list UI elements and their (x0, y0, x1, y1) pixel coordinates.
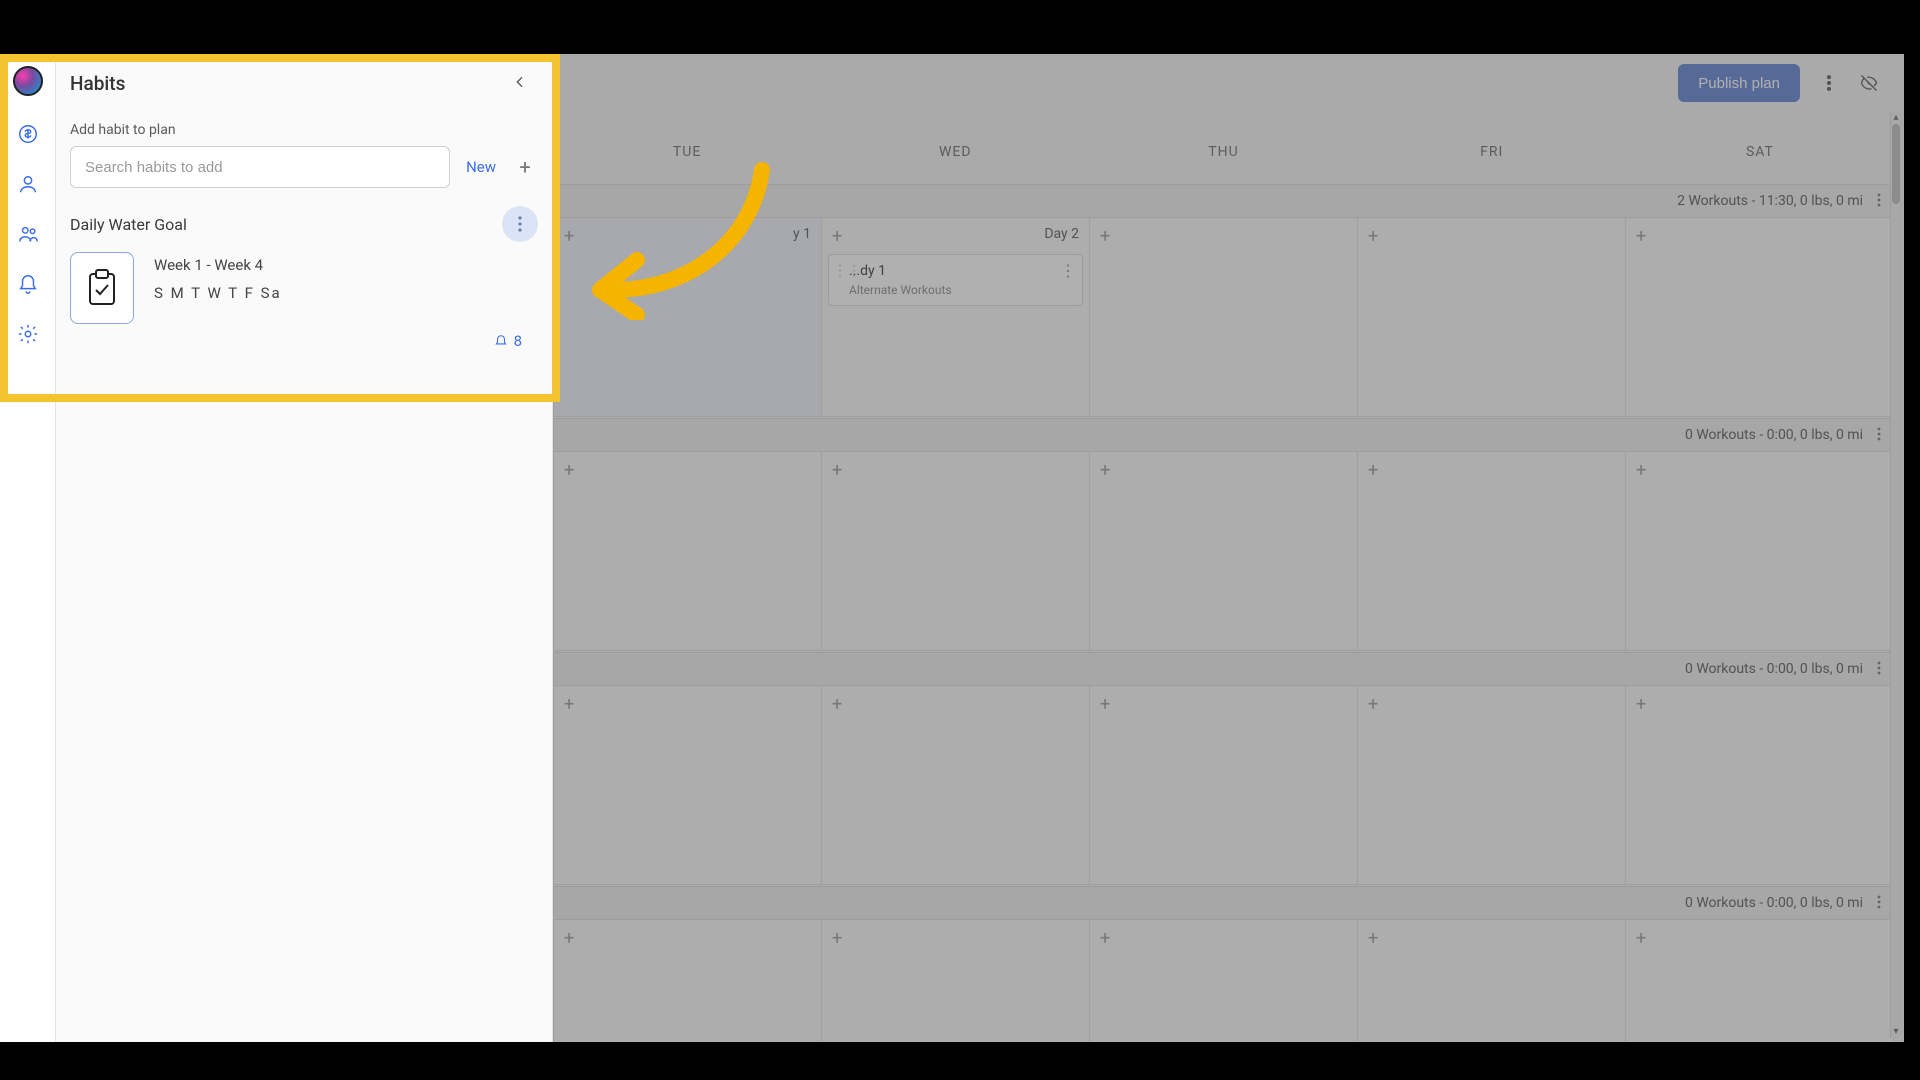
publish-button[interactable]: Publish plan (1678, 64, 1800, 102)
habit-name: Daily Water Goal (70, 215, 187, 234)
add-workout-button[interactable]: + (1100, 694, 1110, 715)
add-workout-button[interactable]: + (1368, 928, 1378, 949)
week-row: 0 Workouts - 0:00, 0 lbs, 0 mi + + + + + (553, 418, 1894, 652)
day-header: WED (821, 144, 1089, 184)
day-header: TUE (553, 144, 821, 184)
habit-reminder[interactable]: 8 (70, 324, 538, 350)
add-workout-button[interactable]: + (832, 226, 842, 247)
day-cell[interactable]: + y 1 (553, 218, 822, 417)
add-workout-button[interactable]: + (564, 928, 574, 949)
settings-icon[interactable] (16, 322, 40, 346)
day-header: SAT (1626, 144, 1894, 184)
profile-icon[interactable] (16, 172, 40, 196)
day-cell[interactable]: + (822, 452, 1090, 651)
habits-panel: Habits Add habit to plan New + Daily Wat… (56, 54, 553, 1042)
app-logo (13, 66, 43, 96)
add-workout-button[interactable]: + (1368, 460, 1378, 481)
drag-handle-icon[interactable]: ⋮⋮ (833, 263, 843, 279)
day-badge: Day 2 (1044, 226, 1079, 242)
week-menu-button[interactable] (1877, 426, 1881, 445)
day-header: FRI (1358, 144, 1626, 184)
day-cell[interactable]: + (1626, 686, 1894, 885)
day-cell[interactable]: + (1358, 920, 1626, 1042)
day-cell[interactable]: + (1626, 218, 1894, 417)
add-workout-button[interactable]: + (564, 460, 574, 481)
notifications-icon[interactable] (16, 272, 40, 296)
add-workout-button[interactable]: + (832, 694, 842, 715)
clipboard-icon (70, 252, 134, 324)
add-workout-button[interactable]: + (1368, 226, 1378, 247)
group-icon[interactable] (16, 222, 40, 246)
add-workout-button[interactable]: + (832, 928, 842, 949)
habit-week-range: Week 1 - Week 4 (154, 256, 282, 274)
day-badge: y 1 (793, 226, 811, 242)
more-menu-icon[interactable] (1818, 72, 1840, 94)
add-workout-button[interactable]: + (564, 226, 574, 247)
week-summary-text: 0 Workouts - 0:00, 0 lbs, 0 mi (1685, 427, 1863, 443)
day-cell[interactable]: + (1090, 452, 1358, 651)
panel-title: Habits (70, 72, 125, 95)
reminder-count: 8 (514, 332, 522, 350)
week-summary-bar: 0 Workouts - 0:00, 0 lbs, 0 mi (553, 418, 1894, 452)
day-cell[interactable]: + (1358, 452, 1626, 651)
add-workout-button[interactable]: + (1100, 460, 1110, 481)
day-cell[interactable]: + (1626, 452, 1894, 651)
day-cell[interactable]: + (822, 686, 1090, 885)
week-menu-button[interactable] (1877, 192, 1881, 211)
workout-menu-button[interactable]: ⋮ (1060, 261, 1076, 280)
week-summary-text: 0 Workouts - 0:00, 0 lbs, 0 mi (1685, 661, 1863, 677)
week-summary-bar: 0 Workouts - 0:00, 0 lbs, 0 mi (553, 652, 1894, 686)
add-workout-button[interactable]: + (832, 460, 842, 481)
day-cell[interactable]: + (1090, 218, 1358, 417)
add-workout-button[interactable]: + (1636, 460, 1646, 481)
habit-days: S M T W T F Sa (154, 284, 282, 302)
habit-card: Daily Water Goal Week 1 - Week 4 S M T W… (56, 188, 552, 360)
day-cell[interactable]: + (1090, 920, 1358, 1042)
week-row: 2 Workouts - 11:30, 0 lbs, 0 mi + y 1 + Day … (553, 184, 1894, 418)
habit-menu-button[interactable] (502, 206, 538, 242)
week-menu-button[interactable] (1877, 660, 1881, 679)
add-workout-button[interactable]: + (1368, 694, 1378, 715)
day-cell[interactable]: + (822, 920, 1090, 1042)
visibility-off-icon[interactable] (1858, 72, 1880, 94)
add-workout-button[interactable]: + (1636, 694, 1646, 715)
day-cell[interactable]: + (1358, 686, 1626, 885)
week-summary-text: 0 Workouts - 0:00, 0 lbs, 0 mi (1685, 895, 1863, 911)
week-row: 0 Workouts - 0:00, 0 lbs, 0 mi + + + + + (553, 652, 1894, 886)
add-habit-label: Add habit to plan (56, 106, 552, 146)
day-cell[interactable]: + (1090, 686, 1358, 885)
day-cell[interactable]: + (1626, 920, 1894, 1042)
collapse-panel-button[interactable] (512, 74, 530, 92)
app-window: Habits Add habit to plan New + Daily Wat… (0, 54, 1904, 1042)
day-cell[interactable]: + (553, 452, 822, 651)
week-row: 0 Workouts - 0:00, 0 lbs, 0 mi + + + + + (553, 886, 1894, 1042)
day-cell[interactable]: + Day 2 ⋮⋮ ...dy 1 Alternate Workouts ⋮ (822, 218, 1090, 417)
add-workout-button[interactable]: + (564, 694, 574, 715)
new-habit-link[interactable]: New (466, 158, 496, 176)
add-workout-button[interactable]: + (1636, 928, 1646, 949)
add-habit-button[interactable]: + (512, 154, 538, 180)
week-summary-bar: 2 Workouts - 11:30, 0 lbs, 0 mi (553, 184, 1894, 218)
day-cell[interactable]: + (1358, 218, 1626, 417)
nav-rail (0, 54, 56, 1042)
add-workout-button[interactable]: + (1100, 928, 1110, 949)
workout-subtitle: Alternate Workouts (849, 283, 1074, 297)
calendar: Publish plan TUEWEDTHUFRISAT 2 Workouts … (553, 54, 1904, 1042)
search-habits-input[interactable] (70, 146, 450, 188)
workout-card[interactable]: ⋮⋮ ...dy 1 Alternate Workouts ⋮ (828, 254, 1083, 306)
billing-icon[interactable] (16, 122, 40, 146)
add-workout-button[interactable]: + (1636, 226, 1646, 247)
day-header: THU (1089, 144, 1357, 184)
add-workout-button[interactable]: + (1100, 226, 1110, 247)
vertical-scrollbar[interactable]: ▴ ▾ (1890, 112, 1902, 1038)
week-menu-button[interactable] (1877, 894, 1881, 913)
workout-title: ...dy 1 (849, 263, 1074, 279)
week-summary-text: 2 Workouts - 11:30, 0 lbs, 0 mi (1677, 193, 1863, 209)
day-cell[interactable]: + (553, 686, 822, 885)
day-cell[interactable]: + (553, 920, 822, 1042)
week-summary-bar: 0 Workouts - 0:00, 0 lbs, 0 mi (553, 886, 1894, 920)
